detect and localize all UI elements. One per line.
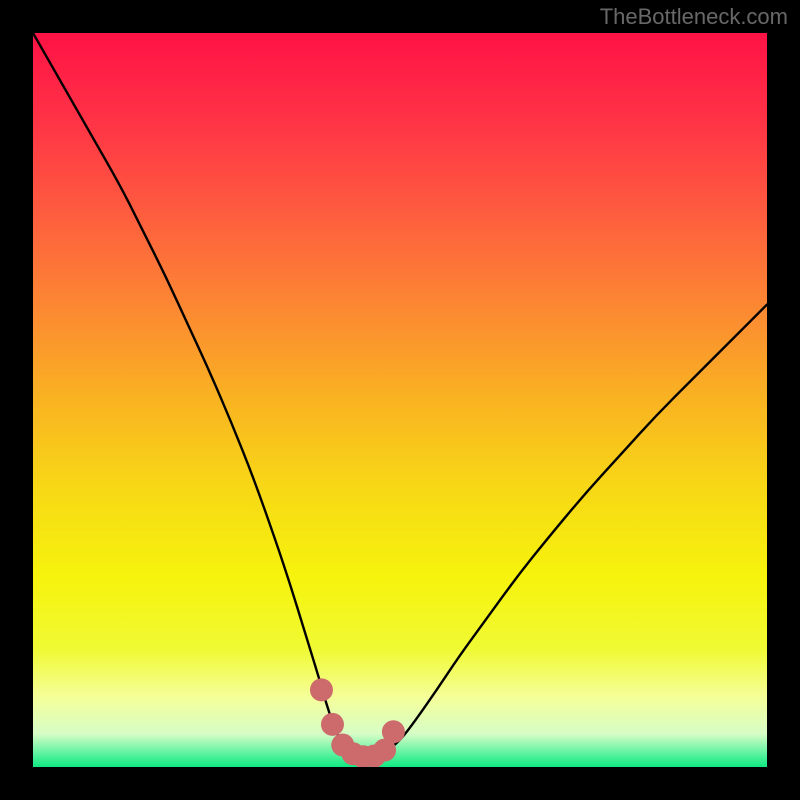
gradient-background: [33, 33, 767, 767]
watermark-text: TheBottleneck.com: [600, 4, 788, 30]
highlight-marker: [382, 720, 405, 743]
bottleneck-chart: [0, 0, 800, 800]
chart-frame: TheBottleneck.com: [0, 0, 800, 800]
highlight-marker: [321, 713, 344, 736]
highlight-marker: [310, 678, 333, 701]
